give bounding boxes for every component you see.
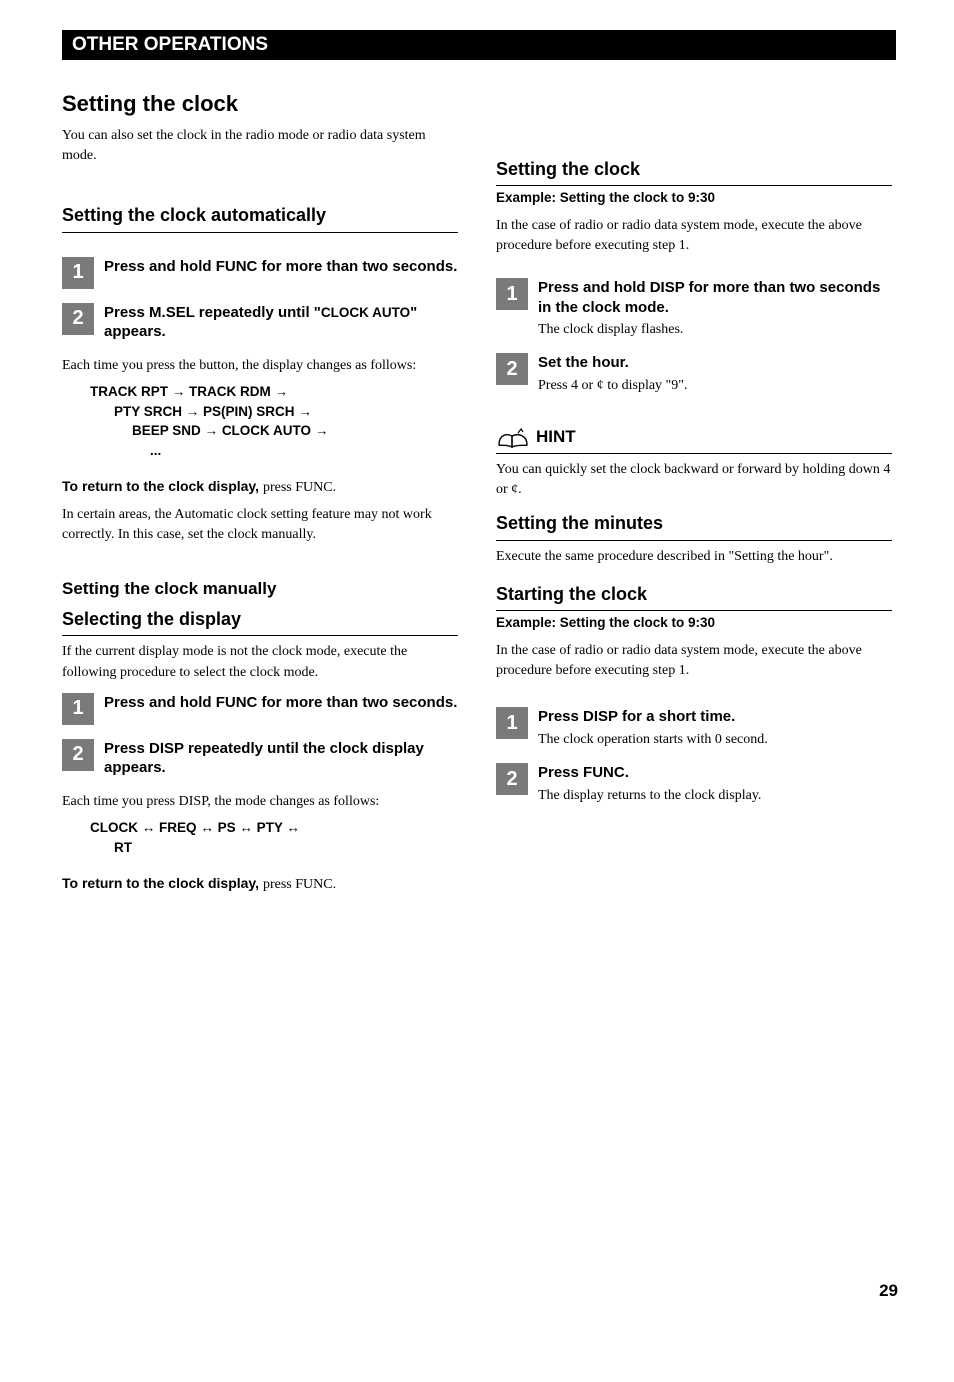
cycle-rt: RT bbox=[114, 840, 132, 855]
step-number-2: 2 bbox=[62, 303, 94, 335]
section-setting-clock: Setting the clock bbox=[62, 88, 458, 120]
r-step1-b: The clock display flashes. bbox=[538, 321, 892, 339]
arrow-right-icon: → bbox=[315, 423, 329, 438]
cycle-ps: PS bbox=[218, 820, 236, 835]
r-step2b-b: The display returns to the clock display… bbox=[538, 787, 892, 805]
r-step-number-1b: 1 bbox=[496, 707, 528, 739]
example-intro: In the case of radio or radio data syste… bbox=[496, 216, 892, 257]
step2-pre: Press M.SEL repeatedly until " bbox=[104, 304, 321, 321]
section-intro: You can also set the clock in the radio … bbox=[62, 126, 458, 167]
cycle-freq: FREQ bbox=[159, 820, 197, 835]
return-line-1: To return to the clock display, press FU… bbox=[62, 476, 458, 498]
chapter-bar: OTHER OPERATIONS bbox=[62, 30, 896, 60]
step-2-text: Press M.SEL repeatedly until "CLOCK AUTO… bbox=[104, 303, 458, 342]
return-line-2: To return to the clock display, press FU… bbox=[62, 873, 458, 895]
example-intro-2: In the case of radio or radio data syste… bbox=[496, 641, 892, 682]
arrow-lr-icon: ↔ bbox=[142, 820, 159, 835]
chapter-title: OTHER OPERATIONS bbox=[72, 31, 268, 59]
hint-body: You can quickly set the clock backward o… bbox=[496, 460, 892, 501]
step-2: 2 Press M.SEL repeatedly until "CLOCK AU… bbox=[62, 303, 458, 342]
subsection-start-clock: Starting the clock bbox=[496, 583, 892, 611]
mode-cycle: TRACK RPT → TRACK RDM → PTY SRCH → PS(PI… bbox=[90, 382, 458, 460]
mode-cycle-2: CLOCK ↔ FREQ ↔ PS ↔ PTY ↔ RT bbox=[90, 818, 458, 857]
cycle-clock: CLOCK bbox=[90, 820, 138, 835]
subsection-set-minutes: Setting the minutes bbox=[496, 512, 892, 540]
r-step-number-2: 2 bbox=[496, 353, 528, 385]
example-930: Example: Setting the clock to 9:30 bbox=[496, 190, 715, 205]
step-number-2b: 2 bbox=[62, 739, 94, 771]
note-auto-clock: In certain areas, the Automatic clock se… bbox=[62, 505, 458, 546]
arrow-right-icon: → bbox=[186, 404, 203, 419]
right-step-1: 1 Press and hold DISP for more than two … bbox=[496, 278, 892, 339]
arrow-right-icon: → bbox=[298, 404, 312, 419]
cycle-pspin: PS(PIN) SRCH bbox=[203, 404, 295, 419]
hint-row: HINT bbox=[496, 425, 892, 454]
each-press-2: Each time you press DISP, the mode chang… bbox=[62, 792, 458, 812]
arrow-lr-icon: ↔ bbox=[286, 820, 300, 835]
step-1b-text: Press and hold FUNC for more than two se… bbox=[104, 693, 458, 713]
cycle-clock-auto: CLOCK AUTO bbox=[222, 423, 311, 438]
page-number: 29 bbox=[879, 1279, 898, 1304]
r-step-number-2b: 2 bbox=[496, 763, 528, 795]
select-display-intro: If the current display mode is not the c… bbox=[62, 642, 458, 683]
r-step-1b-text: Press DISP for a short time. The clock o… bbox=[538, 707, 892, 749]
step-2b: 2 Press DISP repeatedly until the clock … bbox=[62, 739, 458, 778]
return-body-2: press FUNC. bbox=[263, 877, 336, 892]
r-step-2-text: Set the hour. Press 4 or ¢ to display "9… bbox=[538, 353, 892, 395]
subsection-set-clock: Setting the clock bbox=[496, 158, 892, 186]
step-2b-text: Press DISP repeatedly until the clock di… bbox=[104, 739, 458, 778]
step-number-1: 1 bbox=[62, 257, 94, 289]
arrow-lr-icon: ↔ bbox=[239, 820, 256, 835]
example-930-2: Example: Setting the clock to 9:30 bbox=[496, 615, 715, 630]
return-pre-2: To return to the clock display, bbox=[62, 875, 263, 891]
r-step2-a: Set the hour. bbox=[538, 353, 892, 373]
book-icon bbox=[496, 425, 530, 449]
subsection-auto: Setting the clock automatically bbox=[62, 204, 458, 232]
r-step1b-b: The clock operation starts with 0 second… bbox=[538, 731, 892, 749]
r-step-1-text: Press and hold DISP for more than two se… bbox=[538, 278, 892, 339]
right-step-2: 2 Set the hour. Press 4 or ¢ to display … bbox=[496, 353, 892, 395]
cycle-pty: PTY bbox=[257, 820, 283, 835]
r-step1b-a: Press DISP for a short time. bbox=[538, 707, 892, 727]
r-step-number-1: 1 bbox=[496, 278, 528, 310]
r-step-2b-text: Press FUNC. The display returns to the c… bbox=[538, 763, 892, 805]
right-step-2b: 2 Press FUNC. The display returns to the… bbox=[496, 763, 892, 805]
cycle-pty-srch: PTY SRCH bbox=[114, 404, 182, 419]
arrow-right-icon: → bbox=[172, 384, 189, 399]
left-column: Setting the clock You can also set the c… bbox=[62, 88, 458, 902]
step-1: 1 Press and hold FUNC for more than two … bbox=[62, 257, 458, 289]
hint-label: HINT bbox=[536, 425, 576, 450]
each-press-intro: Each time you press the button, the disp… bbox=[62, 356, 458, 376]
cycle-track-rdm: TRACK RDM bbox=[189, 384, 271, 399]
return-pre: To return to the clock display, bbox=[62, 478, 263, 494]
arrow-right-icon: → bbox=[275, 384, 289, 399]
arrow-right-icon: → bbox=[205, 423, 222, 438]
step-1b: 1 Press and hold FUNC for more than two … bbox=[62, 693, 458, 725]
right-step-1b: 1 Press DISP for a short time. The clock… bbox=[496, 707, 892, 749]
r-step2b-a: Press FUNC. bbox=[538, 763, 892, 783]
r-step2-b: Press 4 or ¢ to display "9". bbox=[538, 377, 892, 395]
right-column: Setting the clock Example: Setting the c… bbox=[496, 88, 892, 902]
step2-label: CLOCK AUTO bbox=[321, 305, 410, 320]
set-minutes-body: Execute the same procedure described in … bbox=[496, 547, 892, 567]
r-step1-a: Press and hold DISP for more than two se… bbox=[538, 278, 892, 317]
example-label: Example: Setting the clock to 9:30 bbox=[496, 188, 892, 209]
step-1-text: Press and hold FUNC for more than two se… bbox=[104, 257, 458, 277]
example-label-2: Example: Setting the clock to 9:30 bbox=[496, 613, 892, 634]
section-manual-clock: Setting the clock manually bbox=[62, 577, 458, 602]
arrow-lr-icon: ↔ bbox=[200, 820, 217, 835]
step-number-1b: 1 bbox=[62, 693, 94, 725]
cycle-beep: BEEP SND bbox=[132, 423, 201, 438]
return-body: press FUNC. bbox=[263, 480, 336, 495]
subsection-select-display: Selecting the display bbox=[62, 608, 458, 636]
cycle-track-rpt: TRACK RPT bbox=[90, 384, 168, 399]
